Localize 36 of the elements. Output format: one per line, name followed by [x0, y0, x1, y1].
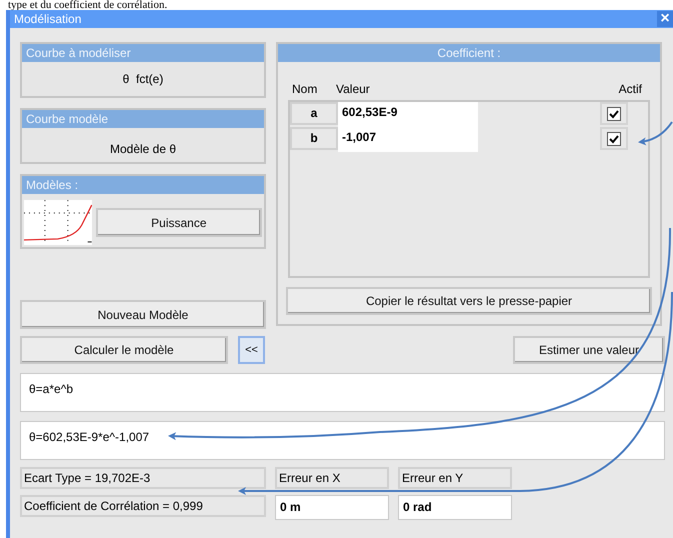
error-x-field[interactable]: 0 m — [275, 495, 389, 520]
row-header: b — [290, 127, 338, 150]
column-header: Valeur — [336, 81, 371, 98]
window-title: Modélisation — [13, 11, 82, 28]
checkbox[interactable] — [607, 106, 621, 120]
check-icon — [609, 108, 619, 118]
correlation-label: Coefficient de Corrélation = 0,999 — [20, 495, 266, 517]
model-button[interactable]: Puissance — [96, 208, 262, 237]
copy-button[interactable]: Copier le résultat vers le presse-papier — [286, 287, 652, 315]
value-field[interactable]: -1,007 — [338, 127, 478, 152]
panel-header: Coefficient : — [278, 44, 660, 62]
value-field[interactable]: 602,53E-9 — [338, 102, 478, 127]
error-y-field[interactable]: 0 rad — [398, 495, 512, 520]
panel-header: Courbe modèle — [22, 110, 264, 128]
std-dev-label: Ecart Type = 19,702E-3 — [20, 467, 266, 489]
result-field[interactable]: θ=602,53E-9*e^-1,007 — [20, 421, 665, 460]
checkbox[interactable] — [607, 132, 621, 146]
estimate-button[interactable]: Estimer une valeur — [513, 336, 665, 364]
curve-preview-drawing — [24, 200, 92, 245]
annotation-arrow — [638, 121, 673, 146]
collapse-button[interactable]: << — [238, 336, 265, 364]
close-button[interactable]: × — [657, 11, 673, 27]
document-text: type et du coefficient de corrélation. — [7, 0, 168, 10]
new-model-button[interactable]: Nouveau Modèle — [20, 300, 266, 329]
panel-header: Modèles : — [22, 176, 264, 194]
panel-header: Courbe à modéliser — [22, 44, 264, 62]
error-y-label: Erreur en Y — [398, 467, 512, 489]
formula-field[interactable]: θ=a*e^b — [20, 373, 665, 412]
error-x-label: Erreur en X — [275, 467, 389, 489]
curve-name: θ fct(e) — [122, 71, 164, 88]
compute-button[interactable]: Calculer le modèle — [20, 336, 228, 364]
model-name: Modèle de θ — [108, 141, 178, 158]
column-header: Nom — [292, 81, 318, 98]
column-header: Actif — [618, 81, 643, 98]
row-header: a — [290, 102, 338, 125]
check-icon — [609, 134, 619, 144]
